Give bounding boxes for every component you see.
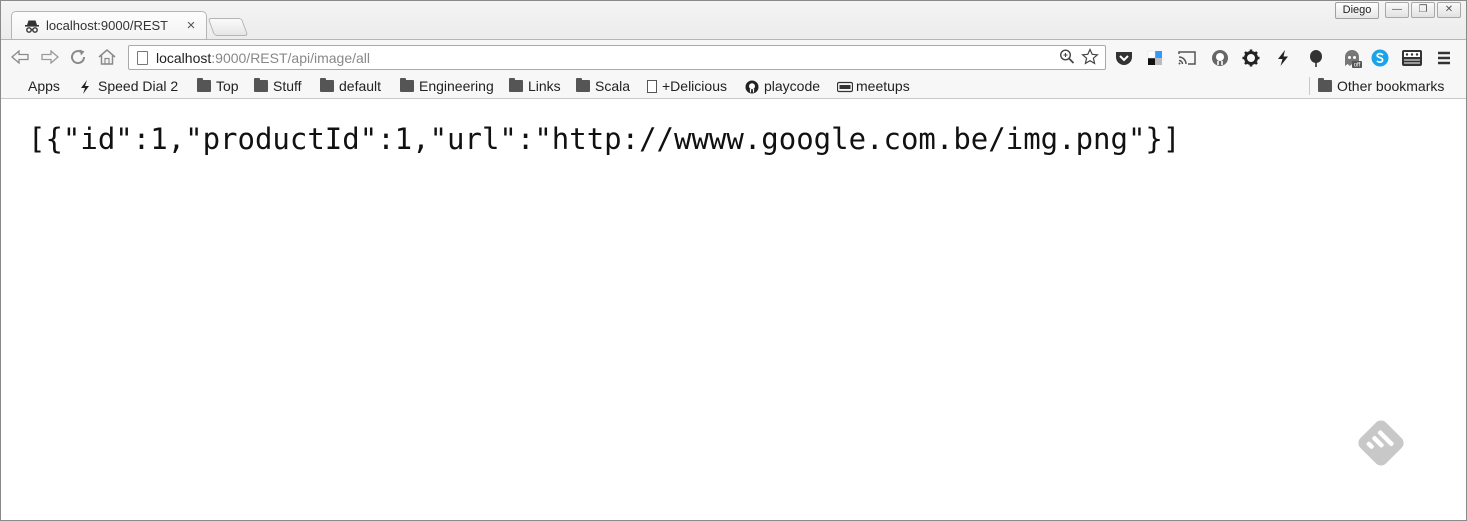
bookmark-folder-top[interactable]: Top <box>197 77 239 95</box>
bookmarks-separator <box>1309 77 1310 95</box>
folder-icon <box>320 78 334 92</box>
browser-window: localhost:9000/REST × Diego — ❐ ✕ localh… <box>0 0 1467 521</box>
cast-icon[interactable] <box>1177 48 1197 68</box>
tab-active[interactable]: localhost:9000/REST × <box>11 11 207 39</box>
bookmark-folder-links[interactable]: Links <box>509 77 561 95</box>
home-icon[interactable] <box>96 47 118 67</box>
page-icon <box>137 50 148 65</box>
zoom-icon[interactable] <box>1059 48 1075 70</box>
address-bar[interactable]: localhost:9000/REST/api/image/all <box>128 45 1106 70</box>
bookmark-other[interactable]: Other bookmarks <box>1318 77 1444 95</box>
json-response: [{"id":1,"productId":1,"url":"http://www… <box>28 122 1181 156</box>
star-icon[interactable] <box>1081 48 1099 70</box>
tab-close-icon[interactable]: × <box>184 18 198 33</box>
ghostery-icon[interactable]: off <box>1341 48 1362 69</box>
github-icon <box>745 80 759 94</box>
skype-icon[interactable] <box>1370 48 1390 68</box>
feather-icon[interactable] <box>1306 48 1326 68</box>
delicious-icon[interactable] <box>1145 48 1165 68</box>
github-icon[interactable] <box>1210 48 1230 68</box>
profile-badge[interactable]: Diego <box>1335 2 1379 19</box>
toolbar: localhost:9000/REST/api/image/all off <box>1 39 1466 73</box>
page-content: [{"id":1,"productId":1,"url":"http://www… <box>1 100 1466 520</box>
incognito-icon <box>24 18 40 34</box>
document-icon <box>647 79 657 93</box>
bookmark-folder-stuff[interactable]: Stuff <box>254 77 302 95</box>
bookmark-label: playcode <box>764 78 821 94</box>
url-host: localhost <box>156 49 212 66</box>
bookmark-label: Stuff <box>273 78 302 94</box>
feedly-icon[interactable] <box>1353 415 1409 471</box>
back-icon[interactable] <box>9 47 31 67</box>
bookmark-apps[interactable]: Apps <box>12 77 60 95</box>
bookmark-label: Scala <box>595 78 631 94</box>
minimize-button[interactable]: — <box>1385 2 1409 18</box>
bookmark-folder-engineering[interactable]: Engineering <box>400 77 494 95</box>
menu-icon[interactable] <box>1434 48 1454 68</box>
new-tab-button[interactable] <box>207 18 249 36</box>
folder-icon <box>197 78 211 92</box>
bookmark-speed-dial[interactable]: Speed Dial 2 <box>79 77 178 95</box>
bookmark-label: +Delicious <box>662 78 727 94</box>
pocket-icon[interactable] <box>1114 48 1134 68</box>
folder-icon <box>509 78 523 92</box>
reload-icon[interactable] <box>67 47 89 67</box>
bookmark-label: meetups <box>856 78 910 94</box>
url-text: localhost:9000/REST/api/image/all <box>156 50 370 66</box>
bookmark-label: Engineering <box>419 78 494 94</box>
extension-icon[interactable] <box>1401 48 1422 68</box>
bolt-icon <box>79 80 93 94</box>
folder-icon <box>400 78 414 92</box>
bookmark-folder-scala[interactable]: Scala <box>576 77 630 95</box>
bookmark-label: Speed Dial 2 <box>98 78 179 94</box>
bookmark-playcode[interactable]: playcode <box>745 77 820 95</box>
bookmarks-bar: Apps Speed Dial 2 Top Stuff default Engi… <box>1 73 1466 99</box>
folder-icon <box>576 78 590 92</box>
bookmark-label: Top <box>216 78 239 94</box>
apps-icon <box>12 81 23 92</box>
tab-title: localhost:9000/REST <box>46 18 169 33</box>
bookmark-delicious[interactable]: +Delicious <box>647 77 727 95</box>
maximize-button[interactable]: ❐ <box>1411 2 1435 18</box>
meetup-icon <box>836 80 854 93</box>
bookmark-meetups[interactable]: meetups <box>836 77 910 95</box>
folder-icon <box>254 78 268 92</box>
svg-text:off: off <box>1354 63 1361 69</box>
bookmark-label: default <box>339 78 382 94</box>
bookmark-label: Other bookmarks <box>1337 78 1445 94</box>
gear-icon[interactable] <box>1241 48 1261 68</box>
forward-icon[interactable] <box>39 47 61 67</box>
bookmark-label: Apps <box>28 78 60 94</box>
folder-icon <box>1318 78 1332 92</box>
url-path: :9000/REST/api/image/all <box>211 49 371 66</box>
speed-icon[interactable] <box>1273 48 1293 68</box>
close-window-button[interactable]: ✕ <box>1437 2 1461 18</box>
bookmark-folder-default[interactable]: default <box>320 77 381 95</box>
tab-strip: localhost:9000/REST × Diego — ❐ ✕ <box>1 1 1466 39</box>
bookmark-label: Links <box>528 78 561 94</box>
